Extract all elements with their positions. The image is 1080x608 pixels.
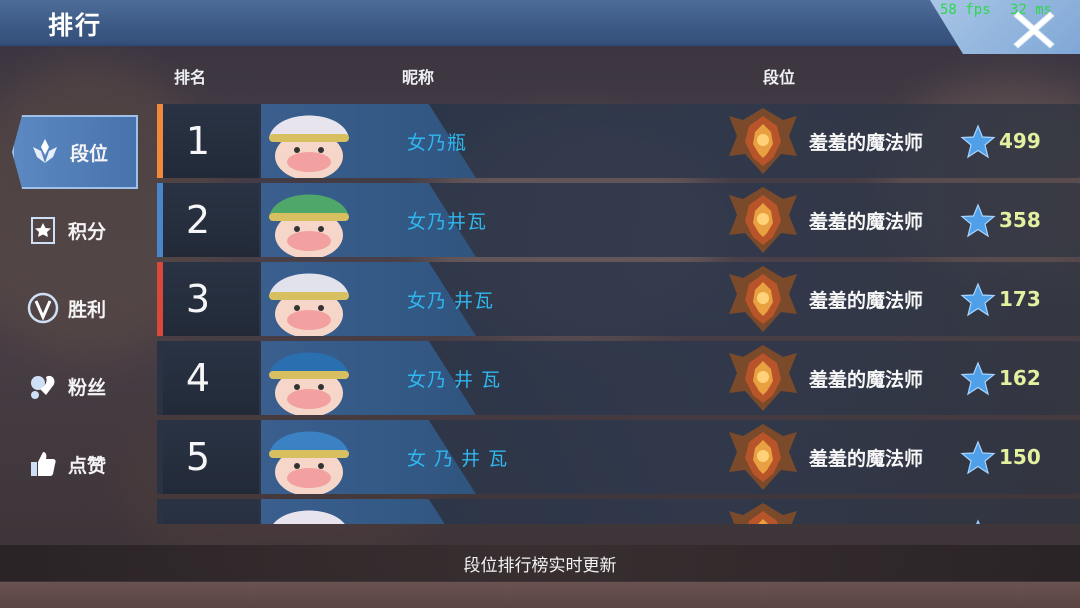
star-icon — [960, 361, 996, 396]
sidebar-item-victory[interactable]: 胜利 — [12, 271, 138, 345]
page-title: 排行 — [48, 11, 103, 40]
tier-icon — [33, 139, 57, 163]
table-row[interactable]: 3 女乃 井瓦 羞羞的魔法师 173 — [157, 262, 1080, 336]
score-value: 173 — [999, 287, 1041, 311]
rank-number — [163, 499, 233, 524]
sidebar: 段位 积分 胜利 粉丝 点赞 — [0, 95, 145, 535]
score-value: 150 — [999, 445, 1041, 469]
avatar[interactable] — [261, 183, 357, 257]
avatar[interactable] — [261, 499, 357, 524]
points-icon — [31, 217, 55, 244]
sidebar-item-likes[interactable]: 点赞 — [12, 427, 138, 501]
tier-badge-icon — [729, 503, 797, 524]
table-row[interactable]: 2 女乃井瓦 羞羞的魔法师 358 — [157, 183, 1080, 257]
avatar[interactable] — [261, 420, 357, 494]
avatar[interactable] — [261, 341, 357, 415]
tier-name: 羞羞的魔法师 — [809, 447, 924, 470]
close-button[interactable] — [1010, 6, 1058, 50]
sidebar-item-tier[interactable]: 段位 — [12, 115, 138, 189]
rank-number: 2 — [185, 198, 211, 242]
column-rank: 排名 — [174, 68, 207, 87]
star-icon — [976, 519, 980, 524]
score-value: 358 — [999, 208, 1041, 232]
header-bar: 排行 — [0, 0, 1080, 46]
player-nickname[interactable]: 女乃瓶 — [407, 104, 657, 178]
player-nickname[interactable]: 女乃 井 瓦 — [407, 341, 657, 415]
sidebar-item-label: 积分 — [68, 220, 107, 243]
player-nickname[interactable] — [407, 499, 657, 524]
tier-name: 羞羞的魔法师 — [809, 289, 924, 312]
player-nickname[interactable]: 女 乃 井 瓦 — [407, 420, 657, 494]
ranking-list: 1 女乃瓶 羞羞的魔法师 499 2 女乃井瓦 羞羞的魔法师 358 3 女乃 井瓦 羞羞的魔法师 1… — [155, 104, 1080, 524]
column-nickname: 昵称 — [402, 68, 435, 87]
table-row[interactable]: 5 女 乃 井 瓦 羞羞的魔法师 150 — [157, 420, 1080, 494]
rank-number: 5 — [185, 435, 211, 479]
tier-badge-icon — [729, 108, 797, 174]
star-icon — [960, 124, 996, 159]
avatar[interactable] — [261, 262, 357, 336]
table-row[interactable]: 4 女乃 井 瓦 羞羞的魔法师 162 — [157, 341, 1080, 415]
victory-icon — [27, 292, 59, 324]
bottom-band — [0, 582, 1080, 608]
thumbs-up-icon — [31, 452, 56, 476]
sidebar-item-label: 胜利 — [68, 298, 107, 321]
avatar[interactable] — [261, 104, 357, 178]
tier-name: 羞羞的魔法师 — [809, 210, 924, 233]
fans-icon — [31, 375, 55, 399]
star-icon — [960, 203, 996, 238]
rank-box: 5 — [163, 420, 259, 494]
rank-box: 1 — [163, 104, 259, 178]
player-nickname[interactable]: 女乃 井瓦 — [407, 262, 657, 336]
star-icon — [960, 440, 996, 475]
tier-name: 羞羞的魔法师 — [809, 368, 924, 391]
rank-box: 4 — [163, 341, 259, 415]
column-tier: 段位 — [763, 68, 796, 87]
sidebar-item-label: 粉丝 — [68, 376, 107, 399]
rank-box: 2 — [163, 183, 259, 257]
tier-badge-icon — [729, 424, 797, 490]
footer-text: 段位排行榜实时更新 — [463, 556, 617, 576]
star-icon — [960, 282, 996, 317]
rank-box — [163, 499, 259, 524]
rank-box: 3 — [163, 262, 259, 336]
rank-number: 1 — [185, 119, 211, 163]
sidebar-item-label: 点赞 — [68, 454, 107, 477]
table-row[interactable] — [157, 499, 1080, 524]
tier-name: 羞羞的魔法师 — [809, 131, 924, 154]
rank-number: 3 — [185, 277, 211, 321]
tier-badge-icon — [729, 266, 797, 332]
score-value: 162 — [999, 366, 1041, 390]
sidebar-item-points[interactable]: 积分 — [12, 193, 138, 267]
sidebar-item-label: 段位 — [70, 142, 109, 165]
close-icon — [1013, 11, 1055, 49]
table-row[interactable]: 1 女乃瓶 羞羞的魔法师 499 — [157, 104, 1080, 178]
player-nickname[interactable]: 女乃井瓦 — [407, 183, 657, 257]
rank-number: 4 — [185, 356, 211, 400]
fps-readout: 58 fps — [940, 2, 991, 18]
tier-badge-icon — [729, 345, 797, 411]
tier-badge-icon — [729, 187, 797, 253]
score-value: 499 — [999, 129, 1041, 153]
sidebar-item-fans[interactable]: 粉丝 — [12, 349, 138, 423]
